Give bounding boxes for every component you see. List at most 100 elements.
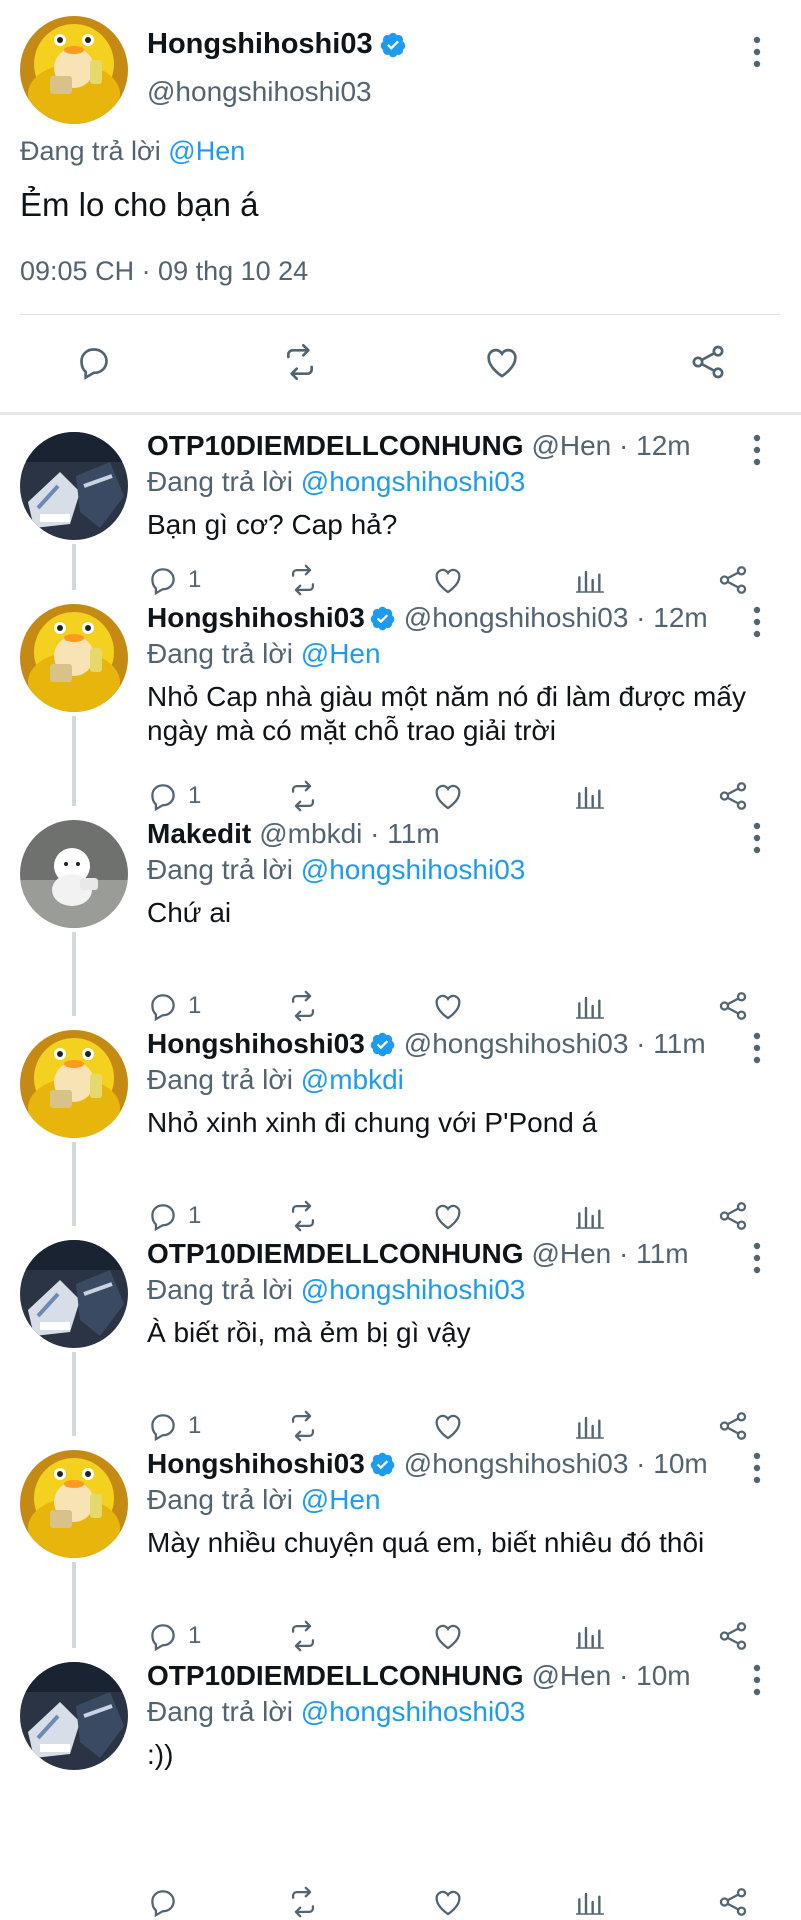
reply-item: Hongshihoshi03 @hongshihoshi03 · 11m Đang … xyxy=(0,1016,801,1232)
handle-and-time: @mbkdi · 11m xyxy=(259,818,439,850)
share-icon xyxy=(716,1885,750,1919)
avatar[interactable] xyxy=(20,1450,128,1558)
author-name[interactable]: OTP10DIEMDELLCONHUNG xyxy=(147,1660,523,1692)
share-button[interactable] xyxy=(680,334,736,390)
replying-to-line: Đang trả lời @Hen xyxy=(147,638,381,670)
avatar[interactable] xyxy=(20,16,128,124)
replying-to-link[interactable]: @hongshihoshi03 xyxy=(301,466,526,497)
verified-badge-icon xyxy=(369,1031,396,1058)
handle-and-time: @hongshihoshi03 · 12m xyxy=(404,602,708,634)
replying-to-link[interactable]: @hongshihoshi03 xyxy=(301,1274,526,1305)
reply-item: Makedit @mbkdi · 11m Đang trả lời @hongshi… xyxy=(0,806,801,1022)
reply-action-bar xyxy=(0,1880,801,1920)
section-divider xyxy=(0,412,801,415)
share-button[interactable] xyxy=(716,1880,750,1920)
author-name[interactable]: OTP10DIEMDELLCONHUNG xyxy=(147,430,523,462)
relative-time: 11m xyxy=(387,818,440,849)
reply-icon xyxy=(146,1885,180,1919)
author-handle: @Hen xyxy=(531,1238,612,1269)
avatar[interactable] xyxy=(20,604,128,712)
relative-time: 12m xyxy=(636,430,691,461)
more-vertical-icon[interactable] xyxy=(742,1662,772,1698)
replying-to-link[interactable]: @mbkdi xyxy=(301,1064,404,1095)
reply-text: Nhỏ Cap nhà giàu một năm nó đi làm được … xyxy=(147,681,746,746)
avatar[interactable] xyxy=(20,820,128,928)
author-name[interactable]: Hongshihoshi03 xyxy=(147,28,373,61)
relative-time: 10m xyxy=(636,1660,691,1691)
more-vertical-icon[interactable] xyxy=(742,1240,772,1276)
share-icon xyxy=(688,342,728,382)
replying-prefix: Đang trả lời xyxy=(147,1064,301,1095)
author-handle: @hongshihoshi03 xyxy=(147,76,372,107)
reply-header: OTP10DIEMDELLCONHUNG @Hen · 11m xyxy=(147,1238,689,1270)
author-handle: @hongshihoshi03 xyxy=(403,602,629,633)
replying-to-link[interactable]: @hongshihoshi03 xyxy=(301,1696,526,1727)
retweet-button[interactable] xyxy=(272,334,328,390)
reply-text: À biết rồi, mà ẻm bị gì vậy xyxy=(147,1317,471,1348)
retweet-icon xyxy=(284,1885,322,1919)
more-vertical-icon[interactable] xyxy=(742,604,772,640)
more-vertical-icon[interactable] xyxy=(742,820,772,856)
tweet-timestamp: 09:05 CH · 09 thg 10 24 xyxy=(20,256,309,286)
verified-badge-icon xyxy=(369,605,396,632)
avatar[interactable] xyxy=(20,1240,128,1348)
reply-count: 1 xyxy=(188,1622,202,1649)
verified-badge-icon xyxy=(369,1451,396,1478)
reply-text: Mày nhiều chuyện quá em, biết nhiêu đó t… xyxy=(147,1527,705,1558)
replying-to-link[interactable]: @Hen xyxy=(301,638,381,669)
main-tweet: Hongshihoshi03 @hongshihoshi03 Đang trả … xyxy=(0,0,801,415)
retweet-button[interactable] xyxy=(284,1880,322,1920)
handle-and-time: @hongshihoshi03 · 11m xyxy=(404,1028,706,1060)
author-name[interactable]: Hongshihoshi03 xyxy=(147,1448,365,1480)
more-vertical-icon[interactable] xyxy=(742,1450,772,1486)
reply-text: Chứ ai xyxy=(147,897,232,928)
reply-icon xyxy=(74,342,114,382)
replying-to-link[interactable]: @hongshihoshi03 xyxy=(301,854,526,885)
author-handle: @Hen xyxy=(531,430,612,461)
main-action-bar xyxy=(0,334,801,390)
separator: · xyxy=(362,818,388,849)
more-vertical-icon[interactable] xyxy=(742,34,772,70)
separator: · xyxy=(628,1028,654,1059)
replying-prefix: Đang trả lời xyxy=(147,1484,301,1515)
like-button[interactable] xyxy=(474,334,530,390)
more-vertical-icon[interactable] xyxy=(742,432,772,468)
replying-to-link[interactable]: @Hen xyxy=(301,1484,381,1515)
separator: · xyxy=(628,1448,654,1479)
reply-button[interactable] xyxy=(146,1880,180,1920)
author-name[interactable]: Makedit xyxy=(147,818,251,850)
relative-time: 10m xyxy=(653,1448,708,1479)
author-name[interactable]: OTP10DIEMDELLCONHUNG xyxy=(147,1238,523,1270)
avatar[interactable] xyxy=(20,432,128,540)
reply-text: Nhỏ xinh xinh đi chung với P'Pond á xyxy=(147,1107,598,1138)
reply-header: Hongshihoshi03 @hongshihoshi03 · 12m xyxy=(147,602,708,634)
replying-to-line: Đang trả lời @Hen xyxy=(20,136,245,167)
reply-header: OTP10DIEMDELLCONHUNG @Hen · 10m xyxy=(147,1660,691,1692)
author-name[interactable]: Hongshihoshi03 xyxy=(147,1028,365,1060)
author-handle: @mbkdi xyxy=(259,818,363,849)
more-vertical-icon[interactable] xyxy=(742,1030,772,1066)
reply-header: Hongshihoshi03 @hongshihoshi03 · 11m xyxy=(147,1028,706,1060)
views-icon xyxy=(574,1886,606,1918)
reply-header: Makedit @mbkdi · 11m xyxy=(147,818,440,850)
relative-time: 11m xyxy=(653,1028,706,1059)
views-button[interactable] xyxy=(574,1880,606,1920)
avatar[interactable] xyxy=(20,1030,128,1138)
replying-to-line: Đang trả lời @hongshihoshi03 xyxy=(147,1696,525,1728)
replying-prefix: Đang trả lời xyxy=(147,638,301,669)
separator: · xyxy=(611,1660,637,1691)
replying-to-line: Đang trả lời @Hen xyxy=(147,1484,381,1516)
like-icon xyxy=(430,1885,466,1919)
reply-item: Hongshihoshi03 @hongshihoshi03 · 10m Đang … xyxy=(0,1436,801,1652)
reply-button[interactable] xyxy=(66,334,122,390)
replying-to-link[interactable]: @Hen xyxy=(168,136,245,166)
reply-text: :)) xyxy=(147,1739,174,1770)
like-button[interactable] xyxy=(430,1880,466,1920)
avatar[interactable] xyxy=(20,1662,128,1770)
separator: · xyxy=(628,602,654,633)
reply-text: Bạn gì cơ? Cap hả? xyxy=(147,509,398,540)
relative-time: 11m xyxy=(636,1238,689,1269)
author-handle: @hongshihoshi03 xyxy=(403,1028,629,1059)
author-handle: @hongshihoshi03 xyxy=(403,1448,629,1479)
author-name[interactable]: Hongshihoshi03 xyxy=(147,602,365,634)
